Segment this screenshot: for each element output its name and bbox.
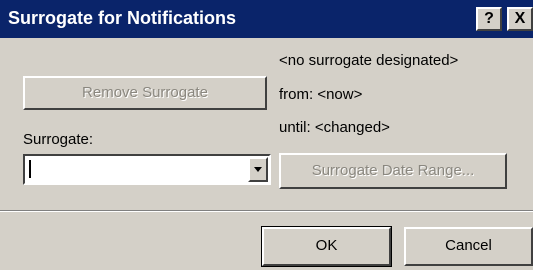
surrogate-combobox[interactable] — [23, 154, 271, 185]
until-date-text: until: <changed> — [279, 119, 390, 136]
title-bar[interactable]: Surrogate for Notifications ? X — [0, 0, 533, 38]
remove-surrogate-button[interactable]: Remove Surrogate — [23, 76, 267, 110]
surrogate-label: Surrogate: — [23, 131, 94, 148]
window-title: Surrogate for Notifications — [8, 8, 237, 28]
from-date-text: from: <now> — [279, 86, 363, 103]
chevron-down-icon — [254, 167, 262, 172]
ok-button[interactable]: OK — [261, 226, 392, 267]
dropdown-button[interactable] — [248, 157, 268, 182]
surrogate-date-range-button[interactable]: Surrogate Date Range... — [279, 153, 507, 189]
help-button[interactable]: ? — [476, 7, 502, 31]
cancel-button[interactable]: Cancel — [404, 227, 533, 266]
text-cursor — [29, 160, 31, 178]
surrogate-status-text: <no surrogate designated> — [279, 52, 459, 69]
close-button[interactable]: X — [507, 7, 533, 31]
surrogate-dialog: Surrogate for Notifications ? X Remove S… — [0, 0, 533, 270]
divider — [0, 210, 533, 212]
